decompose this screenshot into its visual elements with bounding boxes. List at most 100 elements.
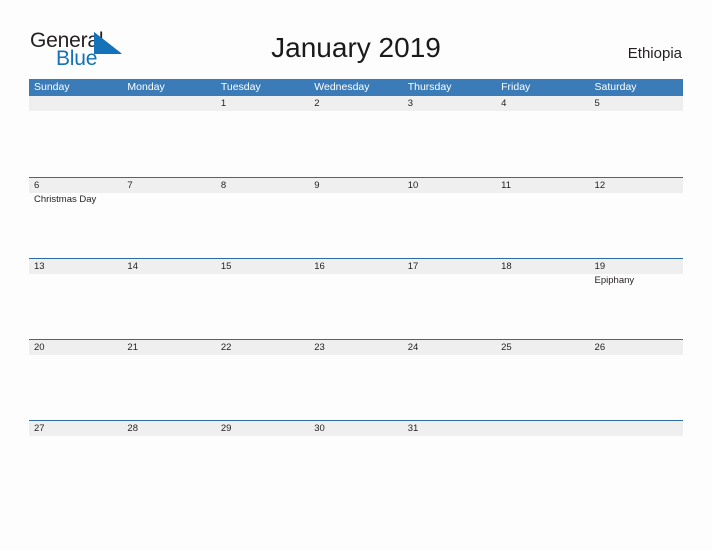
day-content-30[interactable]	[309, 436, 402, 501]
day-content-3[interactable]	[403, 111, 496, 176]
day-content-10[interactable]	[403, 193, 496, 258]
day-cell-8[interactable]: 8	[216, 178, 309, 193]
weekday-header-friday: Friday	[501, 81, 531, 93]
day-cell-28[interactable]: 28	[122, 421, 215, 436]
day-content-26[interactable]	[590, 355, 683, 420]
day-content-4[interactable]	[496, 111, 589, 176]
day-cell-11[interactable]: 11	[496, 178, 589, 193]
day-cell-27[interactable]: 27	[29, 421, 122, 436]
day-cell-2[interactable]: 2	[309, 96, 402, 111]
day-content-9[interactable]	[309, 193, 402, 258]
day-cell-30[interactable]: 30	[309, 421, 402, 436]
day-cell-3[interactable]: 3	[403, 96, 496, 111]
calendar-grid: Sunday Monday Tuesday Wednesday Thursday Frid…	[29, 79, 683, 501]
day-content-16[interactable]	[309, 274, 402, 339]
day-cell-18[interactable]: 18	[496, 259, 589, 274]
day-number: 1	[220, 98, 227, 109]
day-cell-5[interactable]: 5	[590, 96, 683, 111]
day-cell-29[interactable]: 29	[216, 421, 309, 436]
day-content-6[interactable]: Christmas Day	[29, 193, 122, 258]
day-cell-17[interactable]: 17	[403, 259, 496, 274]
day-content-1[interactable]	[216, 111, 309, 176]
day-cell-15[interactable]: 15	[216, 259, 309, 274]
day-cell-12[interactable]: 12	[590, 178, 683, 193]
day-content-17[interactable]	[403, 274, 496, 339]
day-number: 22	[220, 342, 232, 353]
week-date-band: 6 7 8 9 10 11 12	[29, 178, 683, 193]
day-content-5[interactable]	[590, 111, 683, 176]
day-content-31[interactable]	[403, 436, 496, 501]
day-number: 19	[594, 261, 606, 272]
week-date-band: 27 28 29 30 31	[29, 421, 683, 436]
day-number: 2	[314, 98, 320, 109]
day-number: 25	[501, 342, 512, 353]
weekday-header-tuesday: Tuesday	[220, 81, 261, 93]
page-header: General Blue January 2019 Ethiopia	[0, 0, 712, 78]
day-cell-23[interactable]: 23	[309, 340, 402, 355]
day-number: 31	[407, 423, 419, 434]
day-number: 15	[220, 261, 232, 272]
day-cell-21[interactable]: 21	[122, 340, 215, 355]
day-content-8[interactable]	[216, 193, 309, 258]
day-content-27[interactable]	[29, 436, 122, 501]
day-cell-20[interactable]: 20	[29, 340, 122, 355]
day-number: 24	[407, 342, 419, 353]
day-cell-26[interactable]: 26	[590, 340, 683, 355]
day-cell-4[interactable]: 4	[496, 96, 589, 111]
day-cell-24[interactable]: 24	[403, 340, 496, 355]
week-date-band: 1 2 3 4 5	[29, 96, 683, 111]
day-number: 8	[220, 180, 227, 191]
day-content-15[interactable]	[216, 274, 309, 339]
weekday-header-row: Sunday Monday Tuesday Wednesday Thursday Frid…	[29, 79, 683, 96]
day-content-empty	[122, 111, 215, 176]
weekday-header-monday: Monday	[127, 81, 165, 93]
day-content-20[interactable]	[29, 355, 122, 420]
day-content-13[interactable]	[29, 274, 122, 339]
region-label: Ethiopia	[627, 45, 682, 62]
day-number: 12	[594, 180, 606, 191]
day-number: 13	[34, 261, 45, 272]
day-content-22[interactable]	[216, 355, 309, 420]
day-cell-9[interactable]: 9	[309, 178, 402, 193]
day-cell-14[interactable]: 14	[122, 259, 215, 274]
weekday-header-thursday: Thursday	[407, 81, 452, 93]
day-number: 14	[127, 261, 138, 272]
week-body	[29, 111, 683, 176]
week-body: Christmas Day	[29, 193, 683, 258]
day-content-11[interactable]	[496, 193, 589, 258]
day-cell-25[interactable]: 25	[496, 340, 589, 355]
day-cell-10[interactable]: 10	[403, 178, 496, 193]
weekday-header-saturday: Saturday	[594, 81, 637, 93]
day-number: 6	[34, 180, 40, 191]
day-content-28[interactable]	[122, 436, 215, 501]
day-content-21[interactable]	[122, 355, 215, 420]
day-cell-13[interactable]: 13	[29, 259, 122, 274]
day-number: 23	[314, 342, 325, 353]
day-content-18[interactable]	[496, 274, 589, 339]
day-number: 16	[314, 261, 325, 272]
day-cell-16[interactable]: 16	[309, 259, 402, 274]
day-content-19[interactable]: Epiphany	[590, 274, 683, 339]
day-cell-22[interactable]: 22	[216, 340, 309, 355]
day-cell-6[interactable]: 6	[29, 178, 122, 193]
calendar-weeks: 1 2 3 4 5 6 7 8 9 10 11 12 Christmas Day 13 14 15 16 17 18…	[29, 96, 683, 501]
day-cell-19[interactable]: 19	[590, 259, 683, 274]
day-content-29[interactable]	[216, 436, 309, 501]
day-cell-empty	[29, 96, 122, 111]
day-cell-empty	[122, 96, 215, 111]
day-content-empty	[496, 436, 589, 501]
day-content-25[interactable]	[496, 355, 589, 420]
day-cell-1[interactable]: 1	[216, 96, 309, 111]
week-body	[29, 355, 683, 420]
day-content-2[interactable]	[309, 111, 402, 176]
day-number: 17	[407, 261, 419, 272]
day-cell-31[interactable]: 31	[403, 421, 496, 436]
day-content-12[interactable]	[590, 193, 683, 258]
day-number: 4	[501, 98, 507, 109]
day-content-24[interactable]	[403, 355, 496, 420]
day-content-14[interactable]	[122, 274, 215, 339]
day-cell-7[interactable]: 7	[122, 178, 215, 193]
day-content-23[interactable]	[309, 355, 402, 420]
day-content-7[interactable]	[122, 193, 215, 258]
day-number: 27	[34, 423, 45, 434]
